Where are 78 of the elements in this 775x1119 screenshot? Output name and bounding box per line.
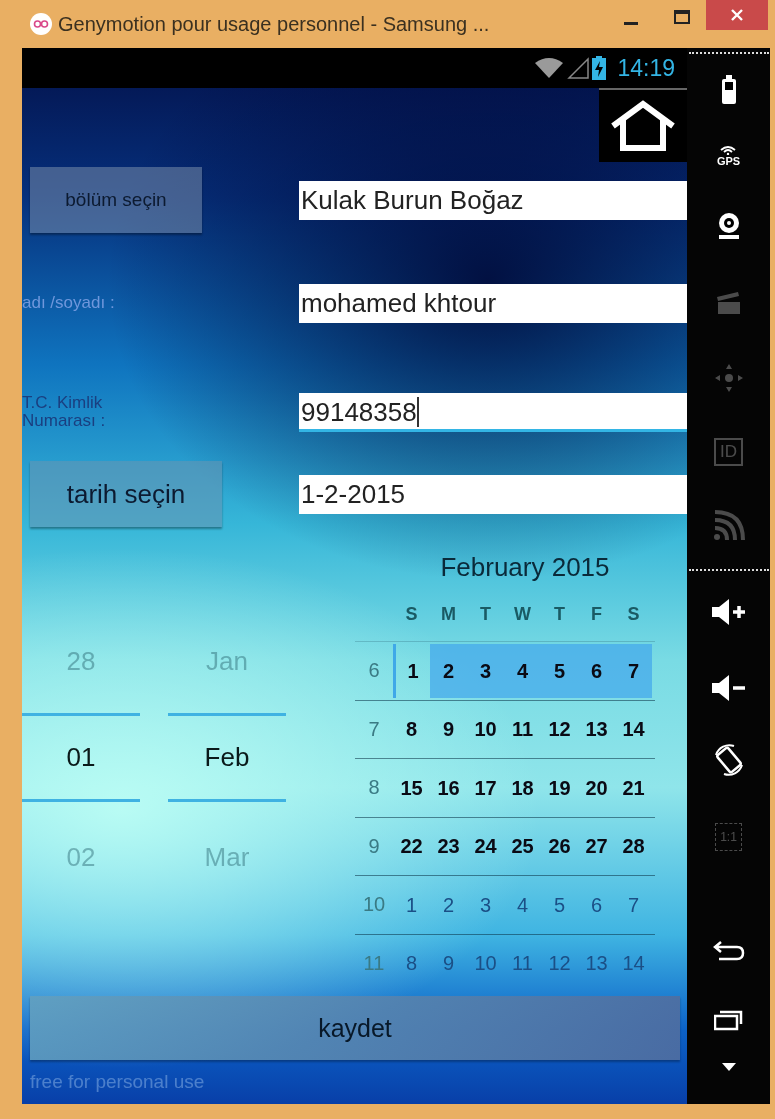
calendar-day[interactable]: 28 — [615, 819, 652, 874]
input-field[interactable]: 1-2-2015 — [299, 474, 687, 514]
calendar-day[interactable]: 15 — [393, 760, 430, 815]
calendar-day[interactable]: 14 — [615, 702, 652, 757]
minimize-icon[interactable] — [624, 22, 638, 26]
weekday-label: S — [404, 603, 419, 625]
caret-icon[interactable] — [721, 1063, 736, 1071]
calendar-day[interactable]: 20 — [578, 760, 615, 815]
weekday-label: M — [440, 603, 457, 625]
weekday-label: W — [513, 603, 532, 625]
battery-icon[interactable] — [720, 75, 737, 105]
calendar-day[interactable]: 21 — [615, 760, 652, 815]
maximize-icon[interactable] — [674, 10, 690, 24]
select-button[interactable]: tarih seçin — [30, 461, 222, 527]
week-number: 7 — [367, 717, 381, 741]
close-button[interactable] — [706, 0, 768, 30]
window-title: Genymotion pour usage personnel - Samsung ... — [58, 12, 490, 36]
calendar-day[interactable]: 3 — [467, 877, 504, 932]
calendar-day[interactable]: 4 — [504, 877, 541, 932]
calendar-day[interactable]: 27 — [578, 819, 615, 874]
gps-button[interactable]: GPS — [716, 145, 741, 167]
calendar-day[interactable]: 10 — [467, 702, 504, 757]
input-field[interactable]: mohamed khtour — [299, 283, 687, 323]
week-number: 8 — [367, 776, 381, 800]
calendar-day[interactable]: 19 — [541, 760, 578, 815]
calendar-day[interactable]: 26 — [541, 819, 578, 874]
week-number: 11 — [362, 951, 386, 975]
week-number: 10 — [361, 893, 387, 917]
picker-item[interactable]: Feb — [168, 713, 286, 802]
weekday-label: F — [590, 603, 603, 625]
field-label: adı /soyadı : — [22, 294, 116, 312]
volume-down-icon[interactable] — [710, 674, 747, 702]
calendar-day[interactable]: 2 — [430, 877, 467, 932]
weekday-label: S — [626, 603, 641, 625]
save-button[interactable]: kaydet — [30, 996, 680, 1060]
week-number: 6 — [367, 659, 381, 683]
weekday-label: T — [479, 603, 492, 625]
calendar-day[interactable]: 2 — [430, 643, 467, 698]
home-icon — [609, 100, 677, 152]
signal-waves-icon — [719, 145, 738, 155]
back-icon[interactable] — [712, 940, 745, 962]
signal-icon — [567, 57, 590, 79]
close-icon — [730, 8, 744, 22]
field-label: T.C. Kimlik Numarası : — [22, 394, 107, 430]
week-number: 9 — [367, 834, 381, 858]
calendar-day[interactable]: 24 — [467, 819, 504, 874]
app-logo-icon — [30, 13, 52, 35]
input-field[interactable]: Kulak Burun Boğaz — [299, 180, 687, 220]
calendar-day[interactable]: 12 — [541, 702, 578, 757]
calendar-day[interactable]: 11 — [504, 702, 541, 757]
calendar-day[interactable]: 9 — [430, 702, 467, 757]
home-button[interactable] — [599, 88, 687, 162]
calendar-title: February 2015 — [439, 552, 611, 584]
calendar-day[interactable]: 1 — [393, 877, 430, 932]
picker-item[interactable]: 01 — [22, 713, 140, 802]
calendar-day[interactable]: 13 — [578, 702, 615, 757]
calendar-day[interactable]: 22 — [393, 819, 430, 874]
wifi-icon — [534, 57, 565, 79]
calendar-day[interactable]: 6 — [578, 643, 615, 698]
input-field[interactable]: 99148358 — [299, 392, 687, 432]
footer-note: free for personal use — [30, 1071, 205, 1093]
calendar-day[interactable]: 25 — [504, 819, 541, 874]
battery-charging-icon — [592, 56, 607, 80]
calendar-day[interactable]: 18 — [504, 760, 541, 815]
calendar-day[interactable]: 17 — [467, 760, 504, 815]
calendar-day[interactable]: 23 — [430, 819, 467, 874]
volume-up-icon[interactable] — [710, 598, 747, 626]
calendar-day[interactable]: 4 — [504, 643, 541, 698]
calendar-day[interactable]: 7 — [615, 877, 652, 932]
clock: 14:19 — [617, 54, 675, 82]
calendar-day[interactable]: 5 — [541, 877, 578, 932]
calendar-day[interactable]: 16 — [430, 760, 467, 815]
calendar-day[interactable]: 8 — [393, 702, 430, 757]
calendar-day[interactable]: 3 — [467, 643, 504, 698]
calendar-day[interactable]: 6 — [578, 877, 615, 932]
calendar-day[interactable]: 7 — [615, 643, 652, 698]
weekday-label: T — [553, 603, 566, 625]
calendar-day[interactable]: 5 — [541, 643, 578, 698]
